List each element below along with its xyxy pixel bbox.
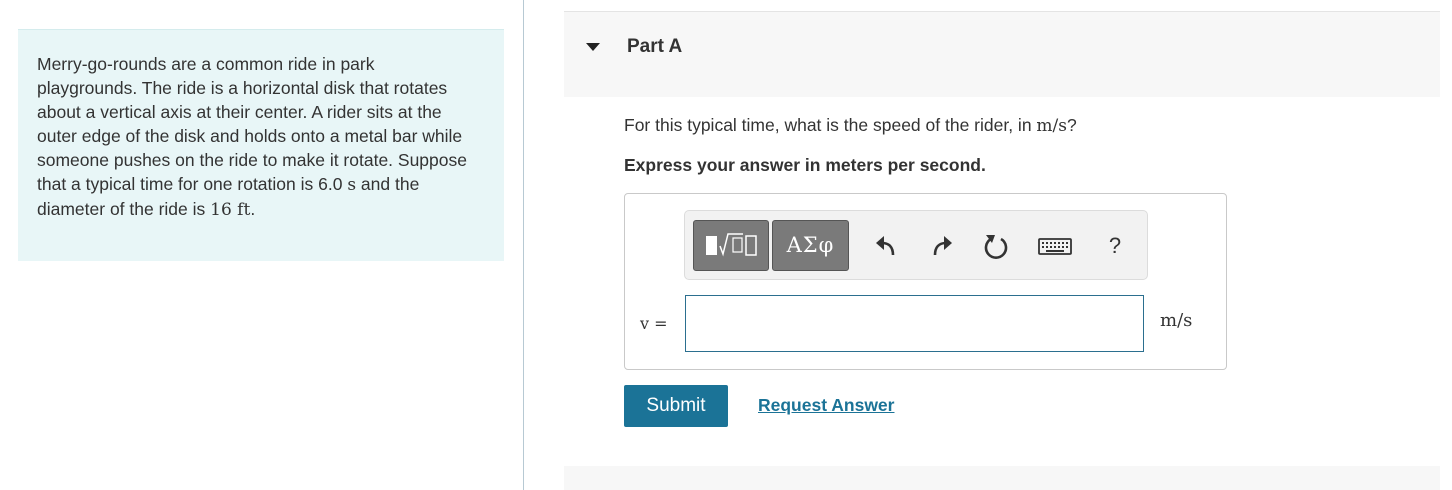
diameter-value: 16 ft (210, 200, 251, 220)
greek-symbols-button[interactable]: ΑΣφ (772, 220, 849, 271)
unit-label: m/s (1160, 310, 1193, 331)
part-title: Part A (627, 36, 683, 57)
variable-label: v = (640, 314, 668, 333)
problem-text-end: . (250, 199, 256, 219)
next-section-strip (564, 466, 1440, 490)
greek-symbols-icon: ΑΣφ (786, 233, 835, 257)
request-answer-link[interactable]: Request Answer (758, 395, 894, 416)
reset-icon[interactable] (980, 230, 1012, 262)
part-a-header[interactable]: Part A (564, 11, 1440, 97)
problem-statement: Merry-go-rounds are a common ride in par… (37, 52, 477, 222)
caret-down-icon[interactable] (586, 43, 600, 51)
submit-button[interactable]: Submit (624, 385, 728, 427)
answer-box: ΑΣφ ? v = m/s (624, 193, 1227, 370)
panel-divider (523, 0, 524, 490)
question-prefix: For this typical time, what is the speed… (624, 115, 1037, 135)
math-toolbar: ΑΣφ ? (684, 210, 1148, 280)
problem-panel: Merry-go-rounds are a common ride in par… (18, 29, 504, 261)
time-unit: s (347, 175, 357, 195)
answer-input[interactable] (685, 295, 1144, 352)
question-unit: m/s (1036, 116, 1067, 136)
templates-button[interactable] (693, 220, 769, 271)
undo-icon[interactable] (871, 230, 903, 262)
redo-icon[interactable] (925, 230, 957, 262)
page: Merry-go-rounds are a common ride in par… (0, 0, 1452, 490)
templates-icon (706, 233, 757, 257)
instruction-text: Express your answer in meters per second… (624, 155, 986, 175)
keyboard-icon[interactable] (1037, 230, 1073, 262)
problem-text-start: Merry-go-rounds are a common ride in par… (37, 54, 467, 194)
question-text: For this typical time, what is the speed… (624, 115, 1077, 136)
question-suffix: ? (1067, 115, 1077, 135)
help-icon[interactable]: ? (1099, 233, 1131, 265)
